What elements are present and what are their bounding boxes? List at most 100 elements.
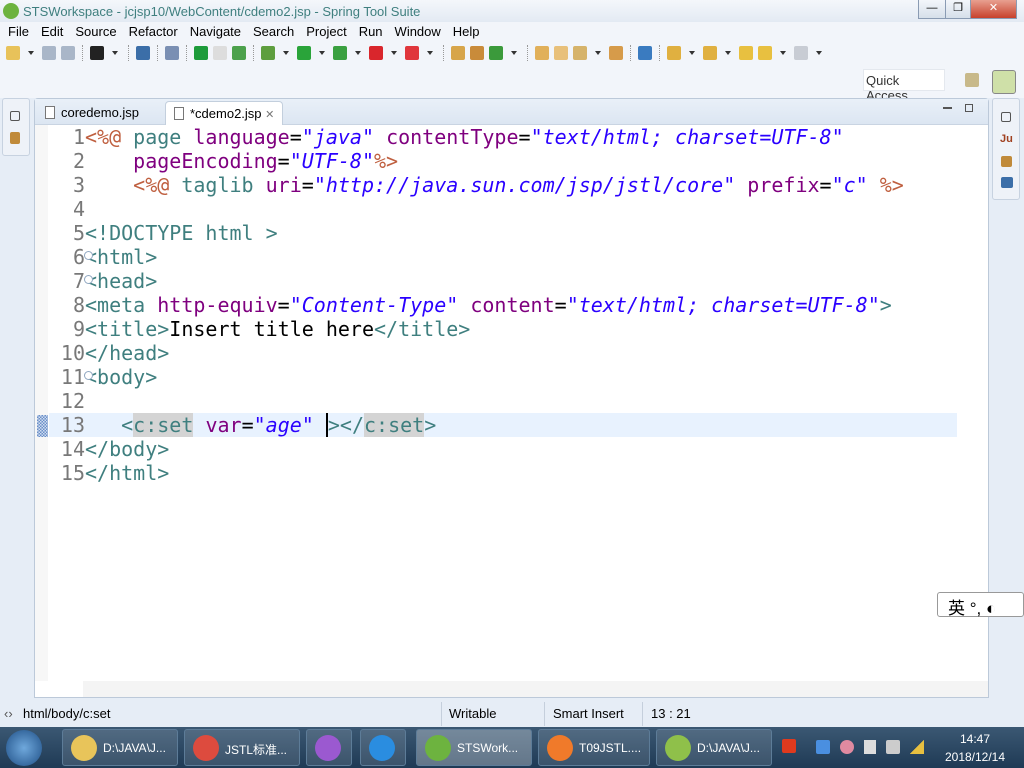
spring-boot-icon[interactable]: [194, 45, 208, 60]
tray-app-icon[interactable]: [840, 740, 854, 754]
chevron-down-icon[interactable]: [816, 50, 822, 55]
spring-perspective-icon[interactable]: [992, 70, 1016, 94]
open-project-icon[interactable]: [535, 45, 549, 60]
forward-icon[interactable]: [794, 45, 808, 60]
menu-project[interactable]: Project: [301, 24, 353, 39]
minimize-button[interactable]: —: [918, 0, 946, 19]
close-button[interactable]: ✕: [970, 0, 1017, 19]
ime-indicator[interactable]: 英 °, ◐: [937, 592, 1024, 618]
chevron-down-icon[interactable]: [725, 50, 731, 55]
code-line[interactable]: 7<head>: [49, 269, 957, 293]
save-all-icon[interactable]: [61, 45, 75, 60]
code-line[interactable]: 6<html>: [49, 245, 957, 269]
tab-coredemo[interactable]: coredemo.jsp: [37, 101, 147, 125]
chevron-down-icon[interactable]: [112, 50, 118, 55]
next-annotation-icon[interactable]: [667, 45, 681, 60]
quick-access-input[interactable]: Quick Access: [863, 69, 945, 103]
new-type-icon[interactable]: [470, 45, 484, 60]
chevron-down-icon[interactable]: [391, 50, 397, 55]
pen-icon[interactable]: [573, 45, 587, 60]
menu-refactor[interactable]: Refactor: [124, 24, 185, 39]
breadcrumb[interactable]: html/body/c:set: [23, 706, 110, 721]
back-icon[interactable]: [758, 45, 772, 60]
hierarchy-icon[interactable]: [1001, 156, 1012, 167]
code-line[interactable]: 8<meta http-equiv="Content-Type" content…: [49, 293, 957, 317]
code-line[interactable]: 2 pageEncoding="UTF-8"%>: [49, 149, 957, 173]
code-line[interactable]: 9<title>Insert title here</title>: [49, 317, 957, 341]
taskbar-item[interactable]: STSWork...: [416, 729, 532, 766]
spring-dashboard-icon[interactable]: [232, 45, 246, 60]
save-icon[interactable]: [42, 45, 56, 60]
code-line[interactable]: 13 <c:set var="age" ></c:set>: [49, 413, 957, 437]
code-line[interactable]: 14</body>: [49, 437, 957, 461]
code-line[interactable]: 3 <%@ taglib uri="http://java.sun.com/js…: [49, 173, 957, 197]
taskbar-item[interactable]: [306, 729, 352, 766]
chevron-down-icon[interactable]: [780, 50, 786, 55]
code-line[interactable]: 15</html>: [49, 461, 957, 485]
open-folder-icon[interactable]: [554, 45, 568, 60]
open-resource-icon[interactable]: [609, 45, 623, 60]
debug-icon[interactable]: [261, 45, 275, 60]
volume-muted-icon[interactable]: [886, 740, 900, 754]
chevron-down-icon[interactable]: [511, 50, 517, 55]
menu-run[interactable]: Run: [354, 24, 390, 39]
globe-icon[interactable]: [638, 45, 652, 60]
menu-window[interactable]: Window: [390, 24, 448, 39]
code-line[interactable]: 11<body>: [49, 365, 957, 389]
last-edit-icon[interactable]: [739, 45, 753, 60]
taskbar-item[interactable]: JSTL标准...: [184, 729, 300, 766]
profile-icon[interactable]: [90, 45, 104, 60]
maximize-editor-icon[interactable]: [965, 104, 973, 112]
menu-help[interactable]: Help: [448, 24, 487, 39]
restore-view-icon[interactable]: [1001, 112, 1011, 122]
tab-cdemo2[interactable]: *cdemo2.jsp ✕: [165, 101, 284, 125]
clock[interactable]: 14:47 2018/12/14: [940, 732, 1010, 764]
restore-view-icon[interactable]: [10, 111, 20, 121]
restore-button[interactable]: ❐: [945, 0, 971, 19]
chevron-down-icon[interactable]: [689, 50, 695, 55]
menu-file[interactable]: File: [3, 24, 36, 39]
chevron-down-icon[interactable]: [427, 50, 433, 55]
taskbar-item[interactable]: T09JSTL....: [538, 729, 650, 766]
junit-icon[interactable]: Ju: [1000, 133, 1013, 145]
menu-search[interactable]: Search: [248, 24, 301, 39]
code-editor[interactable]: 1<%@ page language="java" contentType="t…: [49, 125, 957, 485]
new-aspect-icon[interactable]: [451, 45, 465, 60]
outline-icon[interactable]: [10, 132, 20, 144]
chevron-down-icon[interactable]: [283, 50, 289, 55]
menu-edit[interactable]: Edit: [36, 24, 70, 39]
taskbar-item[interactable]: D:\JAVA\J...: [656, 729, 772, 766]
run-server-icon[interactable]: [333, 45, 347, 60]
new-icon[interactable]: [6, 45, 20, 60]
chevron-down-icon[interactable]: [355, 50, 361, 55]
new-class-icon[interactable]: [489, 45, 503, 60]
code-line[interactable]: 5<!DOCTYPE html >: [49, 221, 957, 245]
usb-icon[interactable]: [864, 740, 876, 754]
cloud-icon[interactable]: [816, 740, 830, 754]
sogou-ime-icon[interactable]: [782, 739, 796, 753]
taskbar-item[interactable]: D:\JAVA\J...: [62, 729, 178, 766]
code-line[interactable]: 4: [49, 197, 957, 221]
menu-source[interactable]: Source: [70, 24, 123, 39]
menu-navigate[interactable]: Navigate: [185, 24, 248, 39]
network-icon[interactable]: [910, 740, 924, 754]
chevron-down-icon[interactable]: [319, 50, 325, 55]
open-perspective-icon[interactable]: [965, 73, 979, 87]
run-icon[interactable]: [297, 45, 311, 60]
stop-icon[interactable]: [369, 45, 383, 60]
terminal-icon[interactable]: [136, 45, 150, 60]
code-line[interactable]: 12: [49, 389, 957, 413]
taskbar-item[interactable]: [360, 729, 406, 766]
code-line[interactable]: 1<%@ page language="java" contentType="t…: [49, 125, 957, 149]
chevron-down-icon[interactable]: [595, 50, 601, 55]
close-tab-icon[interactable]: ✕: [265, 109, 274, 121]
external-tools-icon[interactable]: [405, 45, 419, 60]
skip-breakpoints-icon[interactable]: [165, 45, 179, 60]
minimize-editor-icon[interactable]: [943, 107, 952, 109]
code-line[interactable]: 10</head>: [49, 341, 957, 365]
start-button[interactable]: [6, 730, 42, 766]
toggle-icon[interactable]: [213, 45, 227, 60]
chevron-down-icon[interactable]: [28, 50, 34, 55]
console-icon[interactable]: [1001, 177, 1013, 188]
prev-annotation-icon[interactable]: [703, 45, 717, 60]
